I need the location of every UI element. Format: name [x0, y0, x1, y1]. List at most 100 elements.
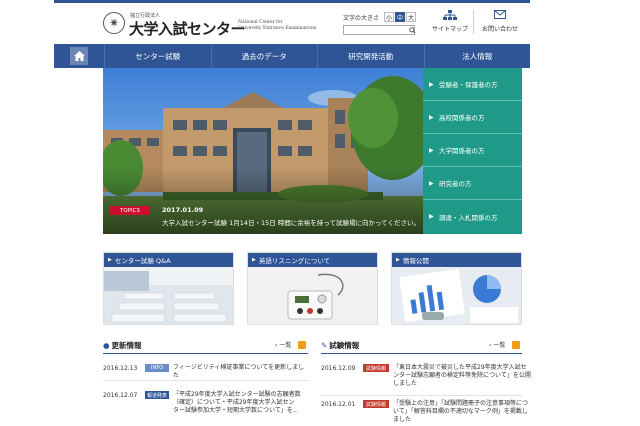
exam-text-line: ました	[393, 416, 412, 423]
side-item-procurement[interactable]: ▶ 調達・入札関係の方	[423, 200, 522, 233]
sitemap-icon	[426, 10, 474, 24]
chevron-right-icon: ▶	[429, 113, 434, 121]
topics-badge: TOPICS	[110, 206, 150, 215]
exam-text-line: いて」「解答科目欄の不適切なマーク例」を掲載し	[393, 408, 528, 415]
exam-title: ✎ 試験情報	[321, 340, 359, 351]
nav-item-corporate[interactable]: 法人情報	[423, 44, 531, 68]
news-item[interactable]: 2016.12.07 報道発表 「平成29年度大学入試センター試験の志願者数 （…	[103, 391, 308, 415]
chevron-right-icon: ▶	[429, 80, 434, 88]
news-text-line: 「平成29年度大学入試センター試験の志願者数	[173, 391, 301, 398]
side-item-researchers[interactable]: ▶ 研究者の方	[423, 167, 522, 200]
news-tag: 報道発表	[145, 391, 169, 399]
exam-date: 2016.12.09	[321, 365, 356, 372]
exam-text-line: ンター試験志願者の検定料等免除について」を公開	[393, 372, 531, 379]
card-label: 情報公開	[402, 257, 429, 265]
card-header: ▶ 情報公開	[392, 253, 521, 267]
news-text-line: （確定）について・平成29年度大学入試セン	[173, 399, 295, 406]
news-text: 「平成29年度大学入試センター試験の志願者数 （確定）について・平成29年度大学…	[173, 391, 301, 415]
card-header: ▶ 英語リスニングについて	[248, 253, 377, 267]
sitemap-label: サイトマップ	[431, 26, 468, 33]
site-logo[interactable]: ✷ 独立行政法人 大学入試センター National Center for Un…	[103, 12, 316, 38]
news-text-line: ター試験参加大学・短期大学数について」を...	[173, 407, 299, 414]
nav-home-button[interactable]	[54, 44, 104, 68]
exam-list-label: 一覧	[493, 342, 506, 349]
contact-label: お問い合わせ	[481, 26, 518, 33]
card-header: ▶ センター試験 Q&A	[104, 253, 233, 267]
font-size-switcher: 文字の大きさ 小 中 大	[343, 11, 417, 23]
side-item-label: 高校関係者の方	[439, 114, 485, 122]
card-center-exam-qa[interactable]: ▶ センター試験 Q&A	[103, 252, 234, 325]
font-size-medium-button[interactable]: 中	[395, 12, 406, 22]
nav-item-center-exam[interactable]: センター試験	[104, 44, 211, 68]
news-title: ● 更新情報	[103, 340, 142, 351]
card-label: センター試験 Q&A	[114, 257, 171, 265]
search-icon	[408, 26, 416, 34]
exam-text-line: しました	[393, 380, 418, 387]
logo-english: National Center for University Entrance …	[238, 20, 316, 32]
chevron-right-icon: ▶	[429, 179, 434, 187]
contact-link[interactable]: お問い合わせ	[476, 10, 524, 36]
side-item-label: 研究者の方	[439, 180, 472, 188]
news-tag: INFO	[145, 364, 169, 372]
topics-date: 2017.01.09	[162, 206, 204, 214]
news-title-text: 更新情報	[111, 341, 142, 350]
side-item-examinees[interactable]: ▶ 受験者・保護者の方	[423, 68, 522, 101]
main-nav: センター試験 過去のデータ 研究開発活動 法人情報	[54, 44, 530, 68]
card-information-disclosure[interactable]: ▶ 情報公開	[391, 252, 522, 325]
exam-divider	[321, 353, 522, 354]
nav-item-research[interactable]: 研究開発活動	[317, 44, 424, 68]
exam-list-link[interactable]: › 一覧	[489, 340, 505, 349]
header-divider	[473, 10, 474, 34]
page: { "header": { "org_type": "独立行政法人", "log…	[0, 0, 640, 426]
mail-icon	[476, 10, 524, 24]
rss-icon[interactable]	[298, 341, 306, 349]
news-list-label: 一覧	[279, 342, 292, 349]
logo-title: 大学入試センター	[129, 20, 246, 38]
search-button[interactable]	[407, 25, 417, 35]
font-size-large-button[interactable]: 大	[406, 12, 417, 22]
topics-text: 大学入試センター試験 1月14日・15日 時間に余裕を持って試験場に向かってくだ…	[162, 219, 420, 227]
exam-item[interactable]: 2016.12.01 試験情報 「受験上の注意」「試験問題冊子の注意事項等につ …	[321, 400, 528, 424]
chevron-right-icon: ▶	[252, 257, 256, 263]
side-item-label: 受験者・保護者の方	[439, 81, 498, 89]
font-size-small-button[interactable]: 小	[384, 12, 395, 22]
news-list-link[interactable]: › 一覧	[275, 340, 291, 349]
logo-english-line-2: University Entrance Examinations	[238, 26, 317, 31]
card-english-listening[interactable]: ▶ 英語リスニングについて	[247, 252, 378, 325]
side-item-label: 大学関係者の方	[439, 147, 485, 155]
nav-item-past-data[interactable]: 過去のデータ	[210, 44, 318, 68]
chevron-right-icon: ▶	[429, 213, 434, 220]
exam-date: 2016.12.01	[321, 401, 356, 408]
classroom-photo	[104, 267, 233, 324]
news-text: フィージビリティ検証事業についてを更新しました	[173, 364, 305, 379]
ic-player-photo	[248, 267, 377, 324]
search-input[interactable]	[343, 25, 415, 35]
font-size-label: 文字の大きさ	[343, 14, 380, 22]
exam-item[interactable]: 2016.12.09 試験情報 「東日本大震災で被災した平成29年度大学入試セ …	[321, 364, 531, 388]
exam-text-line: 「受験上の注意」「試験問題冊子の注意事項等につ	[393, 400, 529, 407]
news-date: 2016.12.07	[103, 392, 138, 399]
exam-text-line: 「東日本大震災で被災した平成29年度大学入試セ	[393, 364, 527, 371]
row-divider	[103, 380, 308, 381]
chevron-right-icon: ▶	[429, 146, 434, 154]
home-icon	[70, 47, 88, 65]
side-item-highschool[interactable]: ▶ 高校関係者の方	[423, 101, 522, 134]
rss-icon[interactable]	[512, 341, 520, 349]
topics-banner[interactable]: TOPICS 2017.01.09 大学入試センター試験 1月14日・15日 時…	[110, 205, 420, 229]
news-date: 2016.12.13	[103, 365, 138, 372]
pencil-icon: ✎	[321, 341, 328, 350]
news-divider	[103, 353, 308, 354]
top-accent-line	[54, 0, 530, 3]
news-item[interactable]: 2016.12.13 INFO フィージビリティ検証事業についてを更新しました	[103, 364, 308, 388]
side-item-university[interactable]: ▶ 大学関係者の方	[423, 134, 522, 167]
audience-menu: ▶ 受験者・保護者の方 ▶ 高校関係者の方 ▶ 大学関係者の方 ▶ 研究者の方 ▶ 調達・…	[423, 68, 522, 234]
sitemap-link[interactable]: サイトマップ	[426, 10, 474, 36]
exam-tag: 試験情報	[363, 364, 389, 372]
exam-text: 「東日本大震災で被災した平成29年度大学入試セ ンター試験志願者の検定料等免除に…	[393, 364, 531, 388]
exam-text: 「受験上の注意」「試験問題冊子の注意事項等につ いて」「解答科目欄の不適切なマー…	[393, 400, 528, 424]
chevron-right-icon: ›	[275, 342, 278, 349]
side-item-label: 調達・入札関係の方	[439, 213, 498, 222]
news-icon: ●	[103, 341, 110, 350]
exam-title-text: 試験情報	[329, 341, 360, 350]
chevron-right-icon: ▶	[108, 257, 112, 263]
